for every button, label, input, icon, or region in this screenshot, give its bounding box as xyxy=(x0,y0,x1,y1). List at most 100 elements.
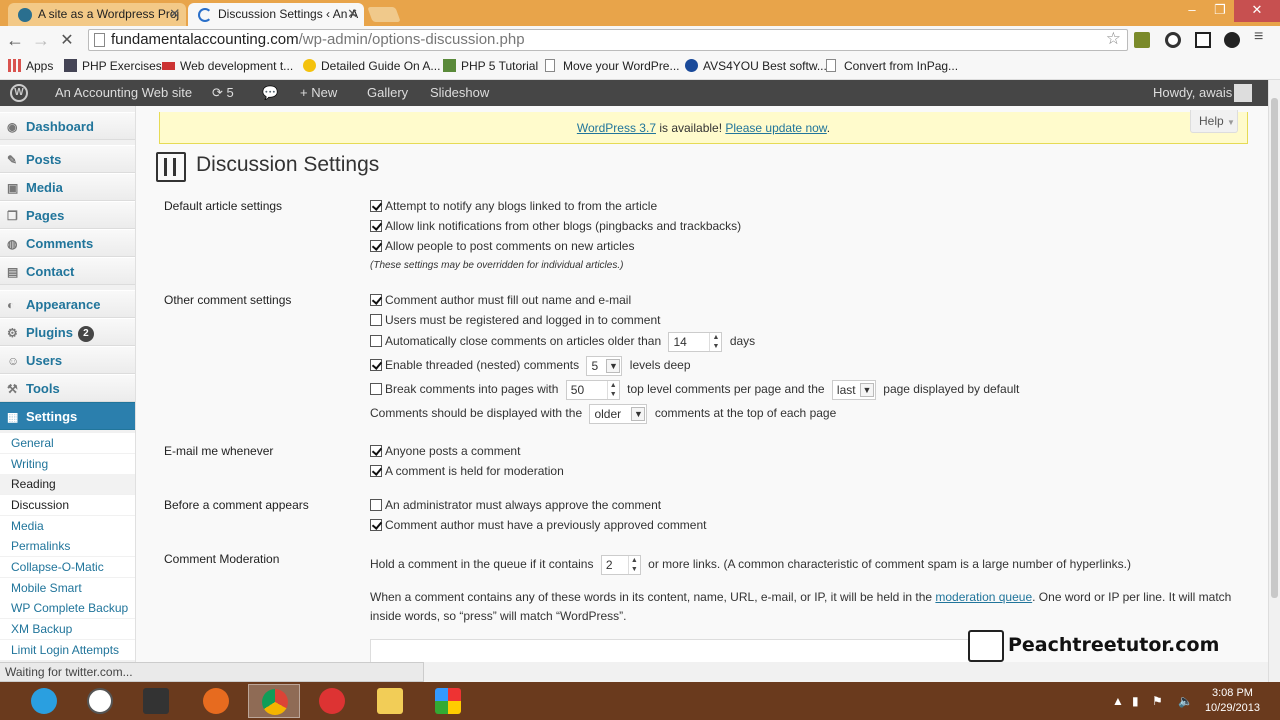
browser-tab-2[interactable]: Discussion Settings ‹ An A ✕ xyxy=(188,3,364,26)
new-tab-button[interactable] xyxy=(367,7,401,22)
adminbar-howdy[interactable]: Howdy, awais xyxy=(1153,80,1232,106)
submenu-xm-backup[interactable]: XM Backup xyxy=(0,619,135,639)
window-close-icon[interactable]: ✕ xyxy=(1234,0,1280,22)
menu-users[interactable]: ☺ Users xyxy=(0,346,135,374)
require-name-email-checkbox[interactable] xyxy=(370,294,382,306)
link-count-stepper[interactable]: 2 ▲ ▼ xyxy=(600,554,641,575)
menu-media[interactable]: ▣ Media xyxy=(0,173,135,201)
submenu-mobile-smart[interactable]: Mobile Smart xyxy=(0,578,135,598)
submenu-reading[interactable]: Reading xyxy=(0,474,135,494)
network-icon[interactable]: ▮ xyxy=(1132,694,1139,708)
bookmark-star-icon[interactable]: ☆ xyxy=(1106,29,1121,49)
flag-icon[interactable]: ⚑ xyxy=(1152,694,1163,708)
menu-pages[interactable]: ❐ Pages xyxy=(0,201,135,229)
bookmark-item[interactable]: Move your WordPre... xyxy=(545,59,679,73)
page-scrollbar[interactable] xyxy=(1268,80,1280,682)
help-button[interactable]: Help ▼ xyxy=(1190,110,1238,133)
submenu-wp-complete-backup[interactable]: WP Complete Backup xyxy=(0,598,135,618)
scrollbar-thumb[interactable] xyxy=(1271,98,1278,598)
taskbar-app[interactable] xyxy=(130,684,182,718)
extension-icon[interactable] xyxy=(1195,32,1211,48)
menu-dashboard[interactable]: ◉ Dashboard xyxy=(0,112,135,140)
taskbar-explorer[interactable] xyxy=(364,684,416,718)
wordpress-logo-icon[interactable]: W xyxy=(10,84,28,102)
bookmark-item[interactable]: PHP 5 Tutorial xyxy=(443,59,538,73)
adminbar-updates[interactable]: ⟳ 5 xyxy=(212,80,234,106)
submenu-permalinks[interactable]: Permalinks xyxy=(0,536,135,556)
taskbar-apps[interactable] xyxy=(422,684,474,718)
submenu-collapse-o-matic[interactable]: Collapse-O-Matic xyxy=(0,557,135,577)
default-page-select[interactable]: last ▼ xyxy=(831,379,876,400)
browser-tab-1[interactable]: A site as a Wordpress Proj ✕ xyxy=(8,3,186,26)
bookmark-item[interactable]: PHP Exercises xyxy=(64,59,162,73)
back-arrow-icon[interactable]: ← xyxy=(4,30,26,51)
previously-approved-checkbox[interactable] xyxy=(370,519,382,531)
threaded-comments-checkbox[interactable] xyxy=(370,359,382,371)
taskbar-hp[interactable] xyxy=(74,684,126,718)
notify-blogs-checkbox[interactable] xyxy=(370,200,382,212)
extension-icon[interactable] xyxy=(1134,32,1150,48)
menu-comments[interactable]: ◍ Comments xyxy=(0,229,135,257)
system-clock[interactable]: 3:08 PM 10/29/2013 xyxy=(1205,686,1260,716)
submenu-general[interactable]: General xyxy=(0,433,135,453)
email-on-moderation-checkbox[interactable] xyxy=(370,465,382,477)
require-registration-checkbox[interactable] xyxy=(370,314,382,326)
adminbar-slideshow[interactable]: Slideshow xyxy=(430,80,489,106)
taskbar-chrome[interactable] xyxy=(248,684,300,718)
extension-icon[interactable] xyxy=(1224,32,1240,48)
menu-contact[interactable]: ▤ Contact xyxy=(0,257,135,285)
minimize-icon[interactable]: – xyxy=(1178,0,1206,22)
require-registration-option[interactable]: Users must be registered and logged in t… xyxy=(370,312,660,328)
comment-bubble-icon[interactable]: 💬 xyxy=(262,80,278,106)
bookmark-item[interactable]: Convert from InPag... xyxy=(826,59,958,73)
close-tab-icon[interactable]: ✕ xyxy=(347,3,358,25)
allow-comments-checkbox[interactable] xyxy=(370,240,382,252)
update-now-link[interactable]: Please update now xyxy=(725,121,826,135)
admin-approve-checkbox[interactable] xyxy=(370,499,382,511)
bookmark-item[interactable]: Detailed Guide On A... xyxy=(303,59,440,73)
taskbar-firefox[interactable] xyxy=(190,684,242,718)
submenu-limit-login-attempts[interactable]: Limit Login Attempts xyxy=(0,640,135,660)
require-name-email-option[interactable]: Comment author must fill out name and e-… xyxy=(370,292,631,308)
avatar[interactable] xyxy=(1234,84,1252,102)
bookmark-item[interactable]: AVS4YOU Best softw... xyxy=(685,59,827,73)
adminbar-gallery[interactable]: Gallery xyxy=(367,80,408,106)
spinner-arrows-icon[interactable]: ▲ ▼ xyxy=(709,332,721,351)
email-on-post-checkbox[interactable] xyxy=(370,445,382,457)
allow-pingbacks-checkbox[interactable] xyxy=(370,220,382,232)
menu-plugins[interactable]: ⚙ Plugins 2 xyxy=(0,318,135,346)
submenu-writing[interactable]: Writing xyxy=(0,454,135,474)
close-tab-icon[interactable]: ✕ xyxy=(169,3,180,25)
extension-icon[interactable] xyxy=(1165,32,1181,48)
menu-posts[interactable]: ✎ Posts xyxy=(0,145,135,173)
email-on-moderation-option[interactable]: A comment is held for moderation xyxy=(370,463,564,479)
allow-pingbacks-option[interactable]: Allow link notifications from other blog… xyxy=(370,218,741,234)
thread-depth-select[interactable]: 5 ▼ xyxy=(586,355,623,376)
menu-icon[interactable]: ≡ xyxy=(1254,29,1270,45)
moderation-keys-textarea[interactable] xyxy=(370,639,970,662)
tray-up-arrow-icon[interactable]: ▲ xyxy=(1112,694,1124,708)
bookmark-apps[interactable]: Apps xyxy=(8,59,53,73)
adminbar-site-name[interactable]: An Accounting Web site xyxy=(55,80,192,106)
menu-tools[interactable]: ⚒ Tools xyxy=(0,374,135,402)
spinner-arrows-icon[interactable]: ▲ ▼ xyxy=(606,380,619,399)
email-on-post-option[interactable]: Anyone posts a comment xyxy=(370,443,520,459)
bookmark-item[interactable]: Web development t... xyxy=(162,59,293,73)
break-pages-checkbox[interactable] xyxy=(370,383,382,395)
adminbar-new[interactable]: + New xyxy=(300,80,337,106)
menu-settings[interactable]: ▦ Settings xyxy=(0,402,135,430)
submenu-discussion[interactable]: Discussion xyxy=(0,495,135,515)
previously-approved-option[interactable]: Comment author must have a previously ap… xyxy=(370,517,707,533)
notify-blogs-option[interactable]: Attempt to notify any blogs linked to fr… xyxy=(370,198,657,214)
comment-order-select[interactable]: older ▼ xyxy=(589,403,648,424)
close-days-stepper[interactable]: 14 ▲ ▼ xyxy=(668,331,723,352)
restore-icon[interactable]: ❐ xyxy=(1206,0,1234,22)
stop-loading-icon[interactable]: ✕ xyxy=(56,30,78,50)
allow-comments-option[interactable]: Allow people to post comments on new art… xyxy=(370,238,634,254)
wordpress-version-link[interactable]: WordPress 3.7 xyxy=(577,121,656,135)
moderation-queue-link[interactable]: moderation queue xyxy=(935,590,1032,604)
menu-appearance[interactable]: ◐ Appearance xyxy=(0,290,135,318)
taskbar-ie[interactable] xyxy=(18,684,70,718)
spinner-arrows-icon[interactable]: ▲ ▼ xyxy=(627,555,640,574)
volume-icon[interactable]: 🔈 xyxy=(1178,694,1193,708)
